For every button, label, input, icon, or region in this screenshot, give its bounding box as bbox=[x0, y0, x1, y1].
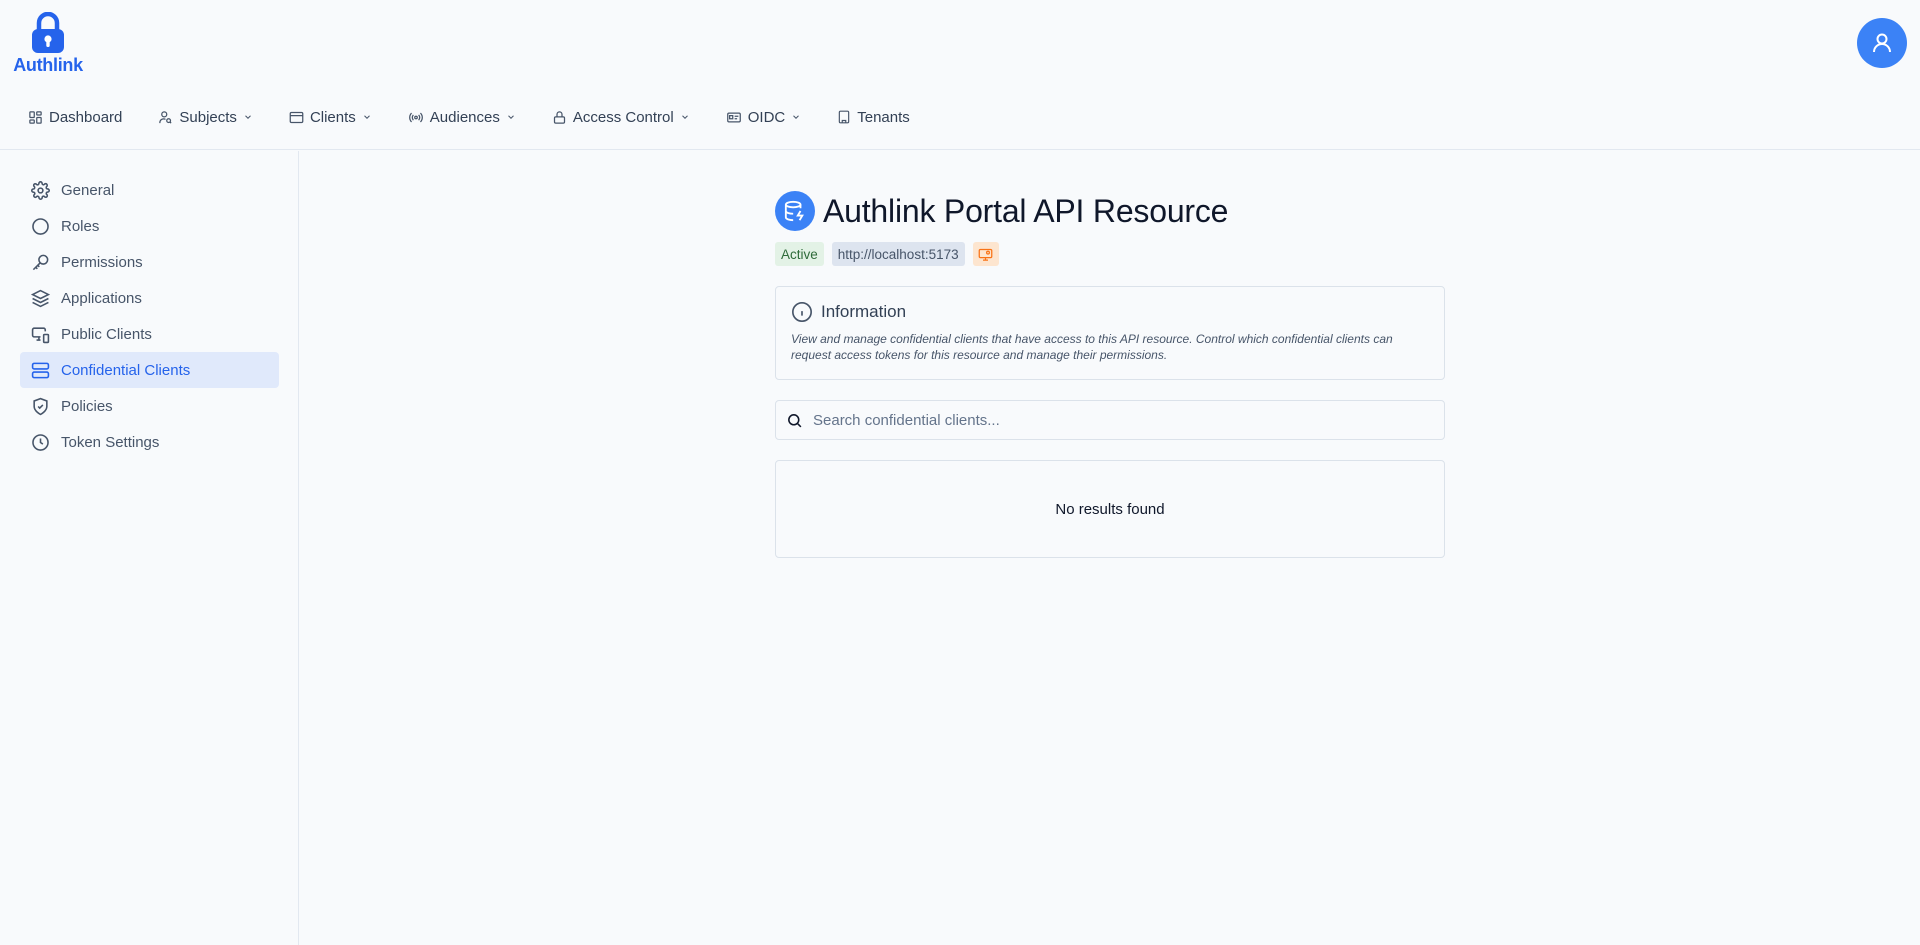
broadcast-icon bbox=[408, 112, 423, 122]
main-content: Authlink Portal API Resource Active http… bbox=[300, 151, 1920, 945]
lock-logo-icon bbox=[32, 12, 64, 53]
nav-oidc[interactable]: OIDC bbox=[726, 109, 802, 126]
nav-dashboard[interactable]: Dashboard bbox=[28, 109, 122, 126]
sidebar-item-general[interactable]: General bbox=[20, 172, 279, 208]
search-field[interactable] bbox=[775, 400, 1445, 440]
sidebar-item-token-settings[interactable]: Token Settings bbox=[20, 424, 279, 460]
url-badge: http://localhost:5173 bbox=[831, 242, 965, 266]
resource-badges: Active http://localhost:5173 bbox=[775, 242, 999, 266]
clock-icon bbox=[32, 433, 49, 451]
chevron-down-icon bbox=[793, 115, 800, 119]
gear-icon bbox=[31, 180, 50, 200]
information-card: Information View and manage confidential… bbox=[775, 286, 1445, 380]
sidebar-item-label: Policies bbox=[61, 397, 113, 415]
chevron-down-icon bbox=[507, 115, 514, 119]
nav-label: Audiences bbox=[429, 108, 500, 126]
circle-icon bbox=[32, 217, 49, 235]
app-logo[interactable]: Authlink bbox=[12, 12, 84, 78]
sidebar-item-label: Public Clients bbox=[61, 325, 152, 343]
nav-clients[interactable]: Clients bbox=[289, 109, 372, 126]
sidebar-menu: General Roles Permissions Applications P… bbox=[20, 172, 279, 460]
empty-state-text: No results found bbox=[1055, 500, 1165, 518]
top-header: Authlink Dashboard Subjects Clients Audi… bbox=[0, 0, 1920, 150]
information-header: Information bbox=[791, 301, 1429, 323]
sidebar-item-confidential-clients[interactable]: Confidential Clients bbox=[20, 352, 279, 388]
sidebar-item-label: General bbox=[61, 181, 115, 199]
sidebar-item-label: Confidential Clients bbox=[61, 361, 191, 379]
chevron-down-icon bbox=[245, 115, 251, 119]
shield-check-icon bbox=[33, 397, 48, 415]
information-title: Information bbox=[821, 302, 907, 321]
search-icon bbox=[788, 413, 802, 427]
environment-badge[interactable] bbox=[972, 242, 999, 266]
page-title: Authlink Portal API Resource bbox=[823, 192, 1229, 229]
page-header: Authlink Portal API Resource bbox=[775, 191, 1228, 231]
status-badge: Active bbox=[775, 242, 824, 266]
nav-label: Dashboard bbox=[49, 108, 123, 126]
chevron-down-icon bbox=[681, 115, 688, 119]
info-icon bbox=[792, 302, 812, 322]
key-icon bbox=[32, 254, 49, 270]
sidebar-item-applications[interactable]: Applications bbox=[20, 280, 279, 316]
sidebar-item-label: Permissions bbox=[61, 253, 143, 271]
monitor-smartphone-icon bbox=[31, 326, 50, 343]
server-icon bbox=[31, 362, 50, 378]
sidebar: General Roles Permissions Applications P… bbox=[0, 151, 299, 945]
nav-label: Subjects bbox=[179, 108, 237, 126]
sidebar-item-label: Roles bbox=[61, 217, 100, 235]
top-navigation: Dashboard Subjects Clients Audiences Acc… bbox=[28, 105, 946, 129]
nav-access-control[interactable]: Access Control bbox=[552, 109, 690, 126]
browser-window-icon bbox=[289, 111, 304, 123]
user-icon bbox=[1873, 33, 1891, 53]
database-zap-icon bbox=[784, 200, 804, 222]
sidebar-item-roles[interactable]: Roles bbox=[20, 208, 279, 244]
layers-icon bbox=[31, 289, 50, 307]
building-icon bbox=[838, 110, 850, 124]
monitor-alert-icon bbox=[978, 248, 993, 261]
nav-audiences[interactable]: Audiences bbox=[408, 109, 516, 126]
user-search-icon bbox=[159, 110, 172, 124]
sidebar-item-label: Applications bbox=[61, 289, 142, 307]
nav-label: Tenants bbox=[857, 108, 910, 126]
sidebar-item-label: Token Settings bbox=[61, 433, 160, 451]
nav-tenants[interactable]: Tenants bbox=[837, 109, 910, 126]
logo-text: Authlink bbox=[13, 55, 83, 75]
sidebar-item-permissions[interactable]: Permissions bbox=[20, 244, 279, 280]
information-text: View and manage confidential clients tha… bbox=[791, 332, 1393, 362]
results-panel: No results found bbox=[775, 460, 1445, 558]
nav-subjects[interactable]: Subjects bbox=[158, 109, 253, 126]
api-resource-avatar bbox=[775, 191, 815, 231]
sidebar-item-policies[interactable]: Policies bbox=[20, 388, 279, 424]
chevron-down-icon bbox=[363, 115, 370, 119]
sidebar-item-public-clients[interactable]: Public Clients bbox=[20, 316, 279, 352]
nav-label: Access Control bbox=[572, 108, 674, 126]
user-avatar-button[interactable] bbox=[1857, 18, 1907, 68]
id-card-icon bbox=[726, 112, 741, 122]
nav-label: Clients bbox=[309, 108, 356, 126]
grid-icon bbox=[29, 110, 42, 124]
search-input[interactable] bbox=[813, 411, 1413, 429]
nav-label: OIDC bbox=[747, 108, 786, 126]
lock-icon bbox=[553, 110, 565, 124]
